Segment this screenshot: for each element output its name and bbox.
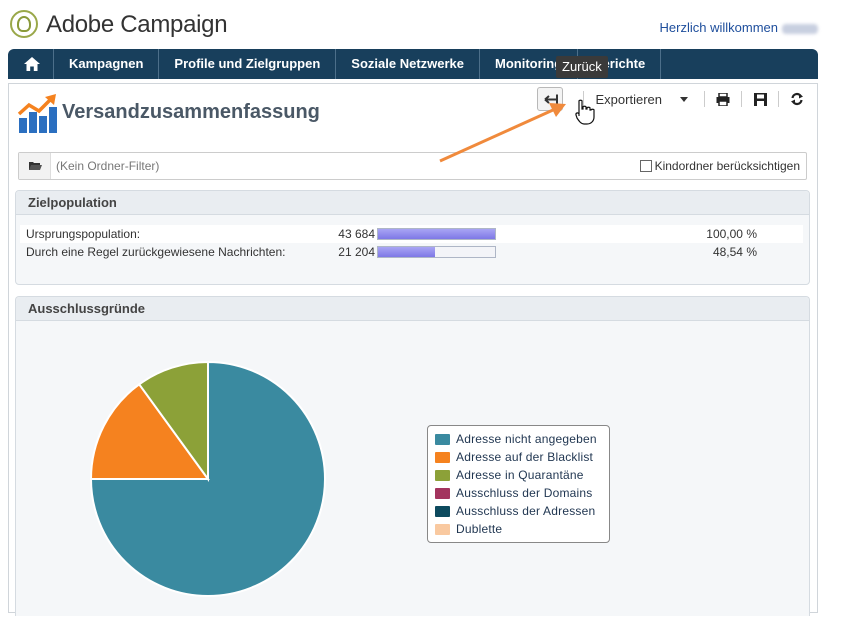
adobe-campaign-logo-icon[interactable] [10, 10, 38, 38]
app-header: Adobe Campaign Herzlich willkommen [8, 8, 818, 42]
back-button[interactable] [536, 87, 563, 111]
legend-label: Dublette [456, 522, 503, 536]
include-children-option[interactable]: Kindordner berücksichtigen [639, 159, 800, 173]
toolbar-separator [741, 91, 742, 107]
export-button[interactable]: Exportieren [590, 92, 668, 107]
folder-filter-input[interactable]: (Kein Ordner-Filter) [56, 159, 159, 173]
back-tooltip: Zurück [556, 56, 608, 78]
page-title: Versandzusammenfassung [62, 101, 320, 123]
population-row: Durch eine Regel zurückgewiesene Nachric… [20, 243, 803, 261]
population-row-count: 43 684 [338, 227, 375, 241]
report-frame: Versandzusammenfassung Exportieren (Kein… [8, 83, 818, 616]
folder-filter: (Kein Ordner-Filter) Kindordner berücksi… [18, 152, 807, 180]
nav-kampagnen[interactable]: Kampagnen [54, 49, 160, 79]
legend-item[interactable]: Adresse auf der Blacklist [435, 448, 609, 466]
welcome-message[interactable]: Herzlich willkommen [660, 20, 818, 35]
toolbar-separator [704, 91, 705, 107]
print-button[interactable] [711, 90, 735, 108]
legend-label: Ausschluss der Domains [456, 486, 593, 500]
legend-label: Adresse auf der Blacklist [456, 450, 594, 464]
exclusion-panel: Ausschlussgründe Adresse nicht angegeben… [15, 296, 810, 616]
population-row-count: 21 204 [338, 245, 375, 259]
report-chart-icon [17, 94, 57, 133]
back-arrow-icon [543, 94, 558, 104]
legend-swatch [435, 505, 450, 517]
include-children-checkbox[interactable] [639, 160, 652, 172]
legend-swatch [435, 469, 450, 481]
legend-item[interactable]: Adresse nicht angegeben [435, 430, 609, 448]
nav-soziale-netzwerke[interactable]: Soziale Netzwerke [336, 49, 481, 79]
toolbar-separator [778, 91, 779, 107]
population-row-bar-fill [378, 247, 435, 257]
legend-item[interactable]: Dublette [435, 520, 609, 538]
population-panel: Zielpopulation Ursprungspopulation: 43 6… [15, 190, 810, 285]
legend-label: Ausschluss der Adressen [456, 504, 596, 518]
page: Adobe Campaign Herzlich willkommen Kampa… [0, 0, 854, 622]
home-icon [24, 57, 40, 71]
app-title: Adobe Campaign [46, 11, 228, 38]
include-children-label: Kindordner berücksichtigen [654, 159, 800, 173]
legend-item[interactable]: Adresse in Quarantäne [435, 466, 609, 484]
population-row-label: Ursprungspopulation: [26, 227, 141, 241]
save-button[interactable] [748, 90, 772, 108]
exclusion-pie-chart [89, 360, 326, 597]
population-row-bar [377, 228, 496, 240]
welcome-text: Herzlich willkommen [659, 20, 778, 35]
main-nav: Kampagnen Profile und Zielgruppen Sozial… [8, 49, 818, 79]
refresh-button[interactable] [785, 90, 809, 108]
print-icon [716, 92, 730, 106]
folder-picker-button[interactable] [19, 153, 51, 179]
nav-home[interactable] [8, 49, 54, 79]
population-row-percent: 100,00 % [706, 227, 757, 241]
legend-swatch [435, 451, 450, 463]
pie-legend: Adresse nicht angegeben Adresse auf der B… [427, 425, 610, 543]
legend-swatch [435, 433, 450, 445]
legend-label: Adresse in Quarantäne [456, 468, 584, 482]
population-row-bar [377, 246, 496, 258]
legend-swatch [435, 523, 450, 535]
legend-swatch [435, 487, 450, 499]
exclusion-panel-header: Ausschlussgründe [16, 297, 809, 321]
population-row-label: Durch eine Regel zurückgewiesene Nachric… [26, 245, 286, 259]
legend-item[interactable]: Ausschluss der Adressen [435, 502, 609, 520]
population-row: Ursprungspopulation: 43 684 100,00 % [20, 225, 803, 243]
refresh-icon [791, 92, 803, 106]
legend-item[interactable]: Ausschluss der Domains [435, 484, 609, 502]
user-name-redacted [782, 23, 818, 34]
population-row-percent: 48,54 % [712, 245, 757, 259]
population-panel-header: Zielpopulation [16, 191, 809, 215]
population-row-bar-fill [378, 229, 495, 239]
toolbar-separator [582, 91, 584, 107]
save-icon [753, 92, 767, 106]
export-dropdown-caret-icon[interactable] [680, 96, 688, 102]
nav-profile-zielgruppen[interactable]: Profile und Zielgruppen [159, 49, 337, 79]
report-toolbar: Exportieren [536, 87, 809, 111]
folder-open-icon [29, 162, 42, 170]
legend-label: Adresse nicht angegeben [456, 432, 597, 446]
